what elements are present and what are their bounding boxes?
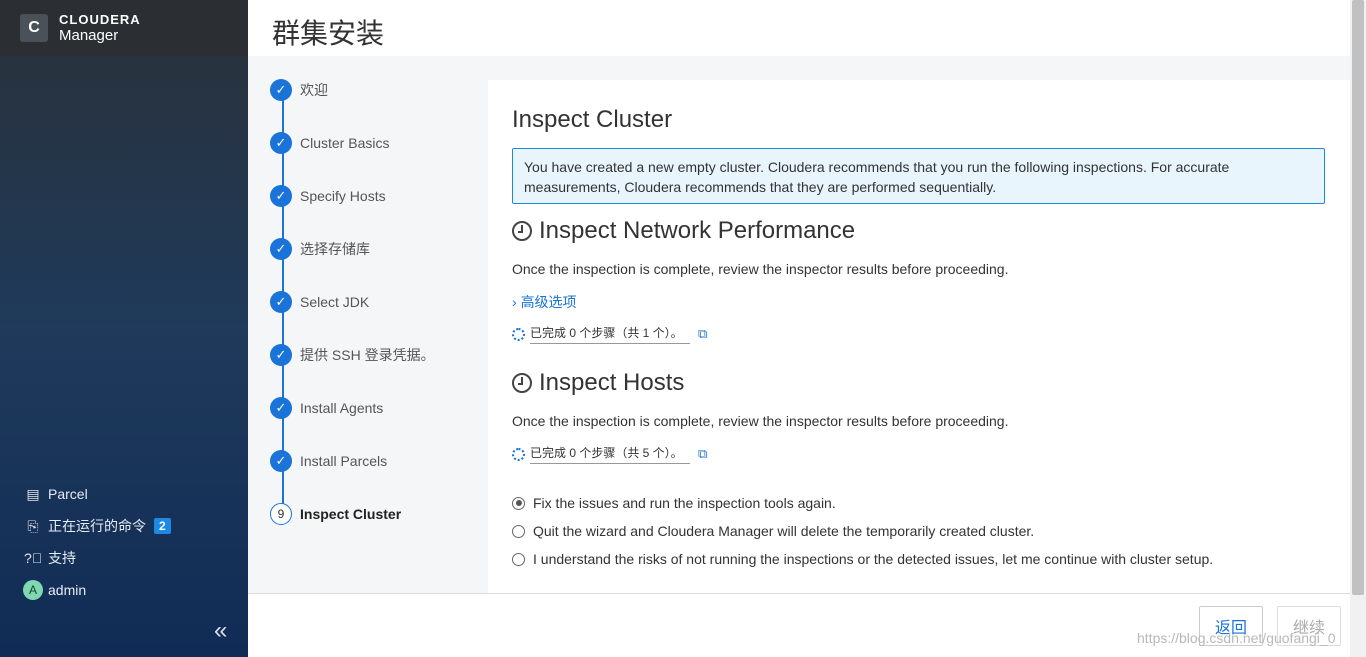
spinner-icon bbox=[512, 327, 525, 341]
sidebar-item-support[interactable]: ?⃝ 支持 bbox=[24, 542, 171, 574]
network-status-text: 已完成 0 个步骤（共 1 个）。 bbox=[530, 324, 690, 344]
step-select-jdk[interactable]: ✓ Select JDK bbox=[270, 290, 369, 314]
step-specify-hosts[interactable]: ✓ Specify Hosts bbox=[270, 184, 386, 208]
chevron-right-icon: › bbox=[512, 294, 517, 310]
sidebar-item-label: 正在运行的命令 bbox=[48, 518, 146, 534]
sidebar: C CLOUDERA Manager ▤ Parcel ⎘ 正在运行的命令 2 … bbox=[0, 0, 248, 657]
radio-button[interactable] bbox=[512, 524, 525, 538]
help-icon: ?⃝ bbox=[24, 550, 43, 566]
check-icon: ✓ bbox=[270, 344, 292, 366]
watermark: https://blog.csdn.net/guofangi_0 bbox=[1137, 630, 1336, 646]
brand-text: CLOUDERA Manager bbox=[59, 12, 141, 44]
clock-icon bbox=[512, 221, 532, 241]
check-icon: ✓ bbox=[270, 397, 292, 419]
brand-name: CLOUDERA bbox=[59, 12, 141, 27]
step-label: 选择存储库 bbox=[300, 241, 370, 257]
step-label: 欢迎 bbox=[300, 82, 328, 98]
sidebar-item-running-commands[interactable]: ⎘ 正在运行的命令 2 bbox=[24, 510, 171, 542]
sidebar-item-label: admin bbox=[48, 582, 87, 598]
step-label: Install Agents bbox=[300, 400, 384, 416]
scrollbar-thumb[interactable] bbox=[1352, 0, 1364, 595]
info-alert: You have created a new empty cluster. Cl… bbox=[512, 148, 1325, 204]
step-label: Specify Hosts bbox=[300, 188, 386, 204]
step-install-parcels[interactable]: ✓ Install Parcels bbox=[270, 449, 387, 473]
radio-button[interactable] bbox=[512, 496, 525, 510]
network-section-title: Inspect Network Performance bbox=[512, 217, 855, 245]
page-header: 群集安装 bbox=[248, 0, 1350, 56]
step-install-agents[interactable]: ✓ Install Agents bbox=[270, 396, 383, 420]
gift-icon: ▤ bbox=[26, 485, 40, 502]
option-quit-wizard[interactable]: Quit the wizard and Cloudera Manager wil… bbox=[512, 523, 1034, 539]
spinner-icon bbox=[512, 447, 525, 461]
step-label: Select JDK bbox=[300, 294, 370, 310]
clock-icon bbox=[512, 373, 532, 393]
check-icon: ✓ bbox=[270, 238, 292, 260]
hosts-description: Once the inspection is complete, review … bbox=[512, 413, 1009, 429]
step-label: 提供 SSH 登录凭据。 bbox=[300, 347, 435, 363]
section-title: Inspect Cluster bbox=[512, 106, 673, 133]
radio-button[interactable] bbox=[512, 552, 525, 566]
collapse-sidebar-icon[interactable]: « bbox=[214, 617, 227, 645]
step-welcome[interactable]: ✓ 欢迎 bbox=[270, 78, 328, 102]
option-continue-setup[interactable]: I understand the risks of not running th… bbox=[512, 551, 1213, 567]
sidebar-item-label: Parcel bbox=[48, 486, 88, 502]
hosts-status-text: 已完成 0 个步骤（共 5 个）。 bbox=[530, 444, 690, 464]
sidebar-item-label: 支持 bbox=[48, 550, 76, 566]
hosts-title-text: Inspect Hosts bbox=[539, 369, 685, 396]
advanced-options-label: 高级选项 bbox=[520, 294, 577, 310]
check-icon: ✓ bbox=[270, 450, 292, 472]
external-link-icon[interactable]: ⧉ bbox=[698, 446, 707, 462]
brand-sub: Manager bbox=[59, 27, 119, 44]
check-icon: ✓ bbox=[270, 79, 292, 101]
sidebar-item-parcel[interactable]: ▤ Parcel bbox=[24, 478, 171, 510]
option-label: I understand the risks of not running th… bbox=[533, 551, 1214, 567]
sidebar-bottom-nav: ▤ Parcel ⎘ 正在运行的命令 2 ?⃝ 支持 A admin bbox=[23, 478, 171, 606]
step-inspect-cluster[interactable]: 9 Inspect Cluster bbox=[270, 502, 401, 526]
content-panel: Inspect Cluster You have created a new e… bbox=[488, 80, 1350, 593]
step-ssh-credentials[interactable]: ✓ 提供 SSH 登录凭据。 bbox=[270, 343, 435, 367]
step-label: Cluster Basics bbox=[300, 135, 390, 151]
step-label: Install Parcels bbox=[300, 453, 388, 469]
step-label: Inspect Cluster bbox=[300, 506, 402, 522]
cloudera-logo-icon: C bbox=[20, 14, 48, 42]
scrollbar[interactable] bbox=[1350, 0, 1366, 657]
check-icon: ✓ bbox=[270, 185, 292, 207]
network-title-text: Inspect Network Performance bbox=[539, 217, 856, 244]
brand[interactable]: C CLOUDERA Manager bbox=[0, 0, 248, 56]
network-description: Once the inspection is complete, review … bbox=[512, 261, 1009, 277]
running-commands-badge: 2 bbox=[154, 518, 171, 534]
network-status: 已完成 0 个步骤（共 1 个）。 ⧉ bbox=[512, 324, 707, 344]
sidebar-item-admin[interactable]: A admin bbox=[23, 574, 171, 606]
page-title: 群集安装 bbox=[272, 18, 385, 49]
hosts-status: 已完成 0 个步骤（共 5 个）。 ⧉ bbox=[512, 444, 707, 464]
step-select-repository[interactable]: ✓ 选择存储库 bbox=[270, 237, 370, 261]
option-label: Quit the wizard and Cloudera Manager wil… bbox=[533, 523, 1035, 539]
step-number-badge: 9 bbox=[270, 503, 292, 525]
avatar: A bbox=[23, 580, 43, 600]
option-label: Fix the issues and run the inspection to… bbox=[533, 495, 836, 511]
check-icon: ✓ bbox=[270, 132, 292, 154]
external-link-icon[interactable]: ⧉ bbox=[698, 326, 707, 342]
footer-bar: 返回 继续 bbox=[248, 593, 1350, 657]
option-fix-issues[interactable]: Fix the issues and run the inspection to… bbox=[512, 495, 836, 511]
running-commands-icon: ⎘ bbox=[27, 517, 39, 534]
advanced-options-link[interactable]: › 高级选项 bbox=[512, 292, 577, 312]
check-icon: ✓ bbox=[270, 291, 292, 313]
step-cluster-basics[interactable]: ✓ Cluster Basics bbox=[270, 131, 389, 155]
hosts-section-title: Inspect Hosts bbox=[512, 369, 684, 397]
